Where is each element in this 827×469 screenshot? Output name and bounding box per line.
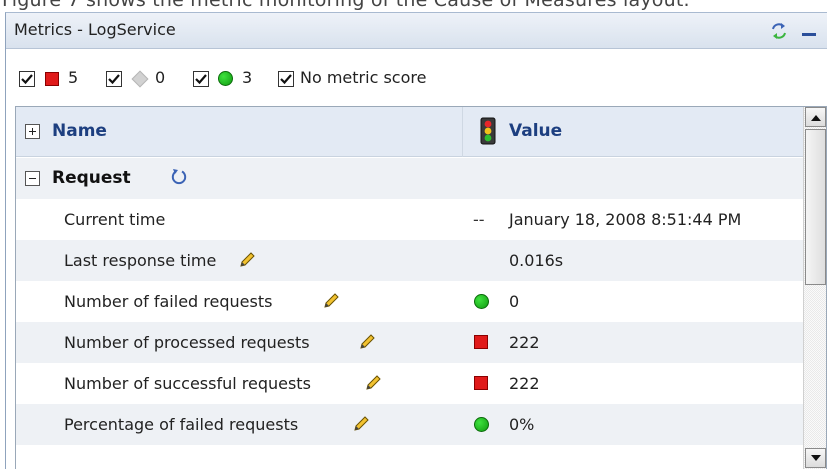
metric-value: January 18, 2008 8:51:44 PM [509, 210, 742, 229]
green-circle-icon [218, 71, 233, 86]
table-row[interactable]: Number of processed requests 222 [16, 322, 803, 363]
pencil-icon[interactable] [238, 251, 256, 269]
metric-name: Last response time [64, 251, 217, 270]
filter-label-gray: 0 [155, 68, 166, 87]
column-divider[interactable] [462, 107, 463, 157]
green-circle-icon [474, 294, 489, 309]
metrics-panel: Metrics - LogService 5 0 3 No metric sco… [5, 12, 827, 469]
metric-value: 222 [509, 374, 540, 393]
checkmark-icon [21, 74, 33, 85]
column-header-value[interactable]: Value [509, 121, 562, 141]
refresh-icon[interactable] [770, 22, 788, 40]
gray-diamond-icon [131, 70, 149, 88]
group-row-request[interactable]: Request [16, 158, 803, 199]
metric-name: Number of processed requests [64, 333, 310, 352]
red-square-icon [474, 376, 488, 390]
status-dash: -- [473, 210, 485, 229]
filter-checkbox-gray[interactable] [106, 71, 122, 87]
table-row[interactable]: Percentage of failed requests 0% [16, 404, 803, 445]
metric-name: Current time [64, 210, 166, 229]
panel-title: Metrics - LogService [14, 20, 176, 39]
filter-label-red: 5 [68, 68, 79, 87]
metric-value: 0% [509, 415, 535, 434]
checkmark-icon [108, 74, 120, 85]
filter-checkbox-red[interactable] [19, 71, 35, 87]
column-header-name[interactable]: Name [52, 121, 107, 141]
arrow-down-icon [811, 455, 821, 461]
table-row[interactable]: Last response time 0.016s [16, 240, 803, 281]
metric-value: 222 [509, 333, 540, 352]
pencil-icon[interactable] [322, 292, 340, 310]
expand-all-icon[interactable] [25, 124, 40, 139]
table-row[interactable]: Number of successful requests 222 [16, 363, 803, 404]
filter-label-no-score: No metric score [300, 68, 427, 87]
traffic-light-icon [480, 117, 496, 145]
refresh-cycle-icon[interactable] [170, 168, 188, 186]
metric-value: 0.016s [509, 251, 564, 270]
minimize-icon[interactable] [801, 25, 817, 37]
table-header: Name Value [16, 107, 803, 157]
filter-checkbox-green[interactable] [193, 71, 209, 87]
checkmark-icon [280, 74, 292, 85]
pencil-icon[interactable] [352, 415, 370, 433]
filter-checkbox-no-score[interactable] [278, 71, 294, 87]
pencil-icon[interactable] [364, 374, 382, 392]
pencil-icon[interactable] [358, 333, 376, 351]
scroll-down-button[interactable] [805, 448, 826, 468]
green-circle-icon [474, 417, 489, 432]
arrow-up-icon [811, 115, 821, 121]
clipped-caption-text: Figure 7 shows the metric monitoring of … [2, 0, 690, 11]
metric-name: Number of failed requests [64, 292, 273, 311]
panel-titlebar: Metrics - LogService [6, 13, 827, 49]
red-square-icon [45, 72, 59, 86]
table-row[interactable]: Number of failed requests 0 [16, 281, 803, 322]
metric-name: Number of successful requests [64, 374, 311, 393]
metric-value: 0 [509, 292, 520, 311]
checkmark-icon [195, 74, 207, 85]
metrics-table: Name Value Request Current time -- Janua… [15, 106, 827, 469]
filter-label-green: 3 [242, 68, 253, 87]
filter-toolbar: 5 0 3 No metric score [6, 50, 827, 106]
group-label: Request [52, 168, 131, 188]
collapse-icon[interactable] [25, 171, 40, 186]
scroll-thumb[interactable] [805, 129, 826, 285]
metric-name: Percentage of failed requests [64, 415, 299, 434]
table-row[interactable]: Current time -- January 18, 2008 8:51:44… [16, 199, 803, 240]
vertical-scrollbar[interactable] [803, 107, 826, 469]
clipped-caption: Figure 7 shows the metric monitoring of … [0, 0, 827, 12]
scroll-up-button[interactable] [805, 107, 826, 127]
red-square-icon [474, 335, 488, 349]
